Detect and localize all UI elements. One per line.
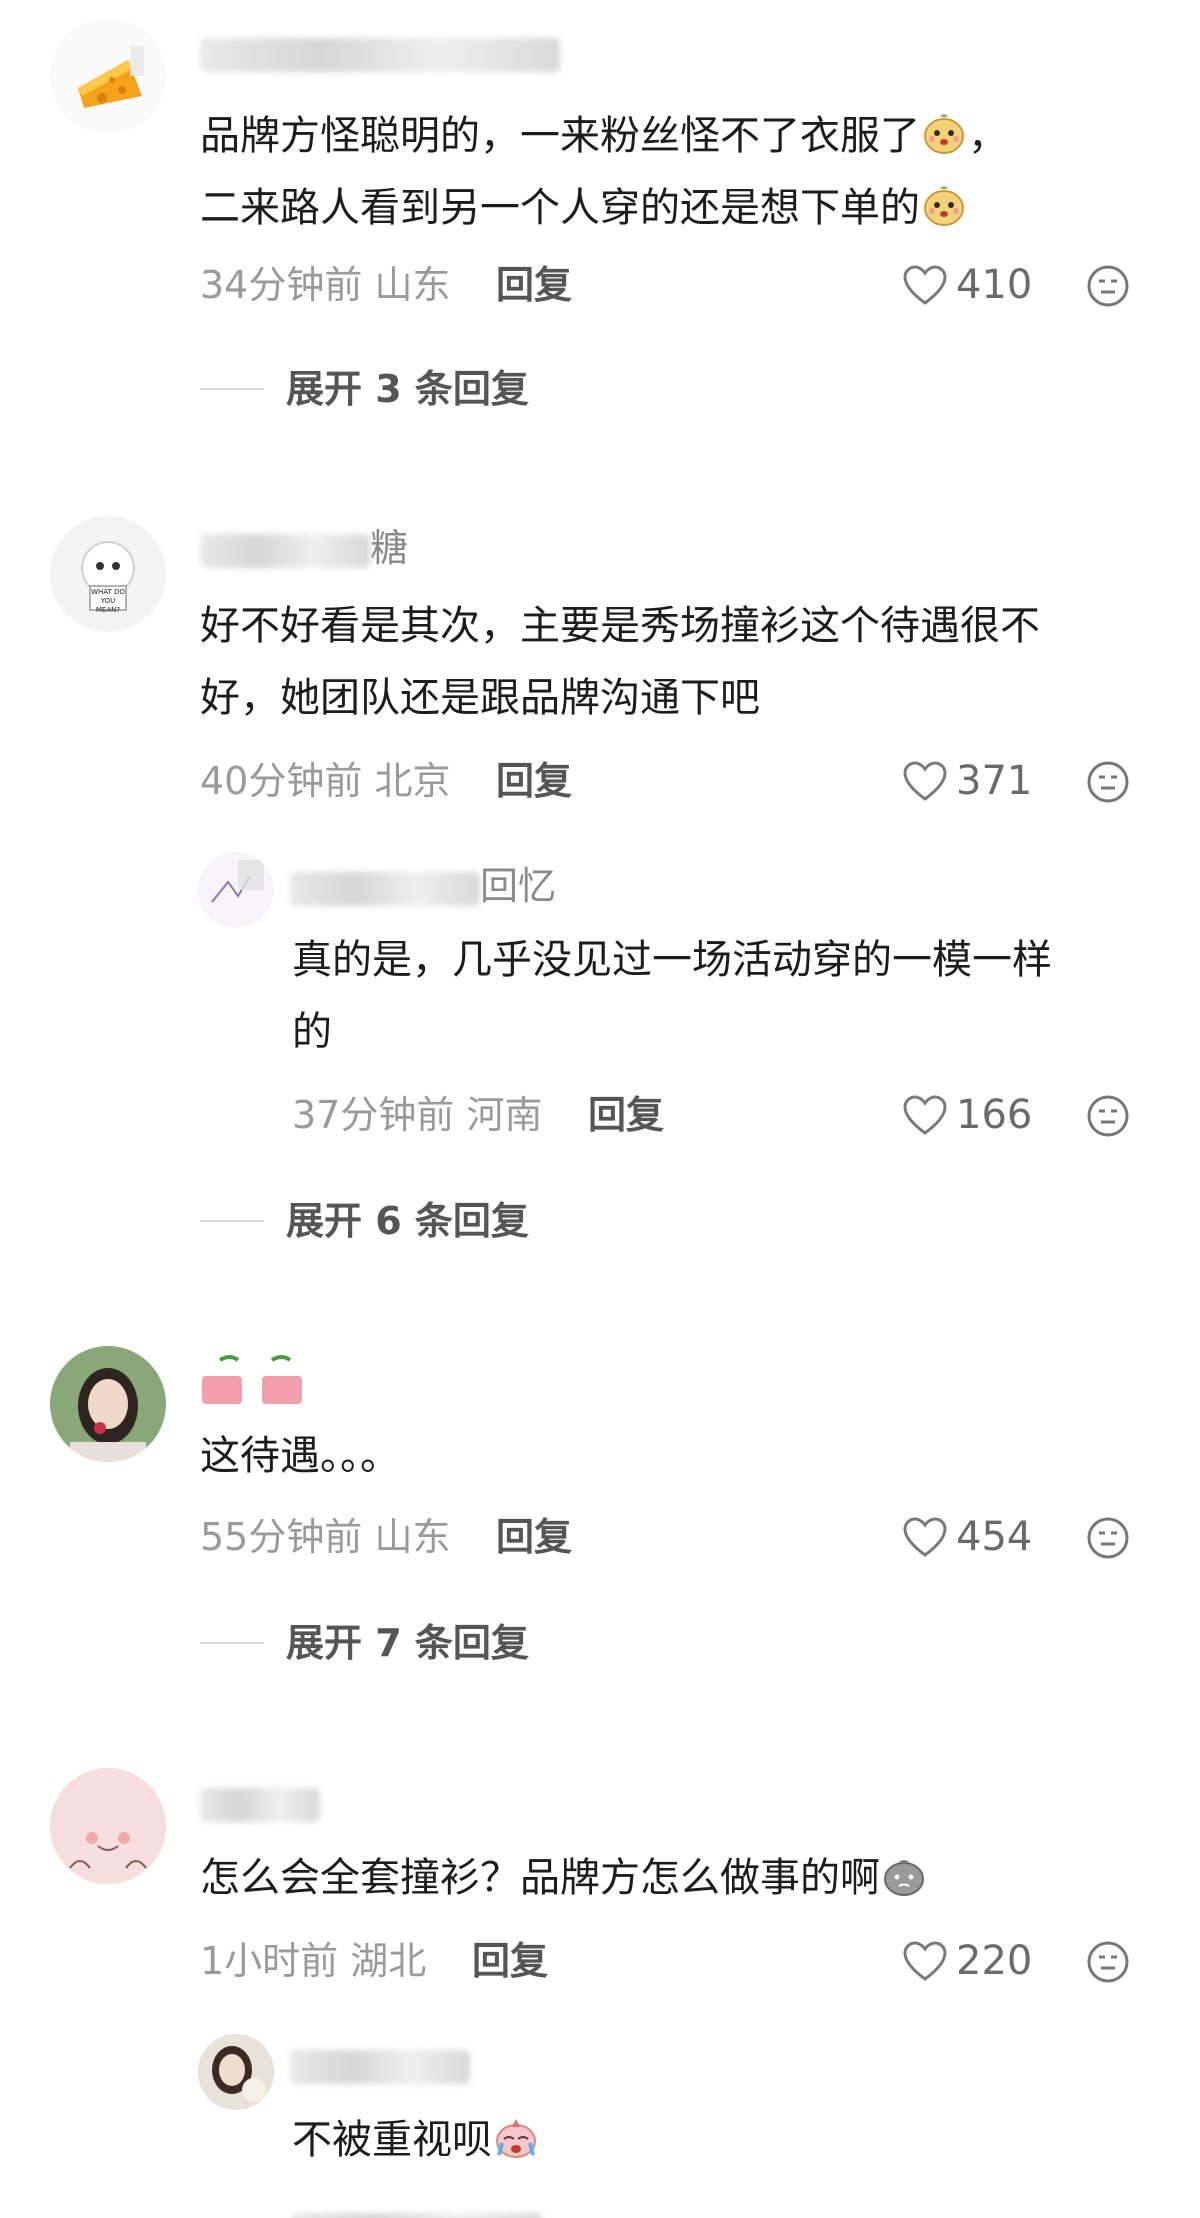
- reply-time: 37分钟前: [292, 1093, 455, 1137]
- like-count: 454: [956, 1514, 1033, 1560]
- pink-cartoon-avatar-icon: [50, 1768, 166, 1884]
- comment-location: 山东: [374, 263, 451, 307]
- comment-text: 品牌方怪聪明的，一来粉丝怪不了衣服了，: [200, 100, 1008, 172]
- expand-replies-button[interactable]: 展开 3 条回复: [200, 364, 529, 414]
- emoji-reaction-icon[interactable]: [1086, 1940, 1130, 1984]
- like-count: 371: [956, 758, 1033, 804]
- heart-icon: [903, 1517, 947, 1557]
- emoji-reaction-icon[interactable]: [1086, 264, 1130, 308]
- reply-button[interactable]: 回复: [496, 260, 572, 310]
- reply-button[interactable]: 回复: [496, 1512, 572, 1562]
- reply-text: 不被重视呗: [292, 2104, 540, 2176]
- reply-location: 河南: [466, 1093, 543, 1137]
- emoji-reaction-icon[interactable]: [1086, 1094, 1130, 1138]
- comment-location: 山东: [374, 1515, 451, 1559]
- comment-text-line: 二来路人看到另一个人穿的还是想下单的: [200, 172, 968, 244]
- avatar-caption: WHAT DO YOU MEAN?: [91, 588, 125, 614]
- nickname-blurred[interactable]: [200, 30, 560, 74]
- like-count: 410: [956, 262, 1033, 308]
- portrait-avatar-icon: [198, 2034, 274, 2110]
- nickname[interactable]: [200, 1352, 310, 1404]
- nickname-blurred[interactable]: [200, 1780, 320, 1824]
- expand-replies-button[interactable]: 展开 7 条回复: [200, 1618, 529, 1668]
- like-button[interactable]: 454: [902, 1512, 1032, 1562]
- avatar[interactable]: WHAT DO YOU MEAN?: [50, 516, 166, 632]
- emoji-reaction-icon[interactable]: [1086, 760, 1130, 804]
- avatar[interactable]: [50, 1346, 166, 1462]
- divider: [200, 1220, 264, 1222]
- nickname[interactable]: 糖: [200, 526, 408, 570]
- like-count: 166: [956, 1092, 1033, 1138]
- cherry-icon: [202, 1355, 302, 1404]
- reply-button[interactable]: 回复: [472, 1936, 548, 1986]
- comment-text: 好不好看是其次，主要是秀场撞衫这个待遇很不: [200, 603, 1040, 649]
- avatar[interactable]: [198, 852, 274, 928]
- expand-replies-button[interactable]: 展开 6 条回复: [200, 1196, 529, 1246]
- like-button[interactable]: 371: [902, 756, 1032, 806]
- avatar[interactable]: [50, 1768, 166, 1884]
- portrait-avatar-icon: [50, 1346, 166, 1462]
- like-button[interactable]: 220: [902, 1936, 1032, 1986]
- reply-text-line: 的: [292, 1009, 332, 1055]
- divider: [200, 388, 264, 390]
- comment-location: 北京: [374, 759, 451, 803]
- potato-emoji-icon: [920, 180, 968, 228]
- comment-meta: 34分钟前 山东: [200, 260, 450, 310]
- like-button[interactable]: 166: [902, 1090, 1032, 1140]
- gray-blob-emoji-icon: [880, 1850, 928, 1898]
- comment-text: 这待遇。。。: [200, 1433, 400, 1479]
- like-button[interactable]: 410: [902, 260, 1032, 310]
- like-count: 220: [956, 1938, 1033, 1984]
- comment-time: 1小时前: [200, 1939, 339, 1983]
- reply-text: 真的是，几乎没见过一场活动穿的一模一样: [292, 937, 1052, 983]
- comment-meta: 40分钟前 北京: [200, 756, 450, 806]
- heart-icon: [903, 1095, 947, 1135]
- avatar[interactable]: [198, 2034, 274, 2110]
- comment-time: 40分钟前: [200, 759, 363, 803]
- nickname-blurred[interactable]: [290, 2042, 470, 2086]
- comment-meta: 55分钟前 山东: [200, 1512, 450, 1562]
- comment-location: 湖北: [350, 1939, 427, 1983]
- reply-button[interactable]: 回复: [496, 756, 572, 806]
- emoji-reaction-icon[interactable]: [1086, 1516, 1130, 1560]
- comment-text-line: 好，她团队还是跟品牌沟通下吧: [200, 675, 760, 721]
- comment-text: 怎么会全套撞衫？品牌方怎么做事的啊: [200, 1842, 928, 1914]
- reply-meta-partial: [292, 2196, 542, 2218]
- heart-icon: [903, 265, 947, 305]
- comment-time: 34分钟前: [200, 263, 363, 307]
- sketch-avatar-icon: [198, 852, 274, 928]
- divider: [200, 1642, 264, 1644]
- crying-emoji-icon: [492, 2112, 540, 2160]
- cheese-icon: [50, 18, 166, 134]
- reply-meta: 37分钟前 河南: [292, 1090, 542, 1140]
- heart-icon: [903, 1941, 947, 1981]
- comment-meta: 1小时前 湖北: [200, 1936, 426, 1986]
- avatar[interactable]: [50, 18, 166, 134]
- potato-emoji-icon: [920, 108, 968, 156]
- nickname[interactable]: 回忆: [290, 864, 556, 908]
- comment-time: 55分钟前: [200, 1515, 363, 1559]
- heart-icon: [903, 761, 947, 801]
- reply-button[interactable]: 回复: [588, 1090, 664, 1140]
